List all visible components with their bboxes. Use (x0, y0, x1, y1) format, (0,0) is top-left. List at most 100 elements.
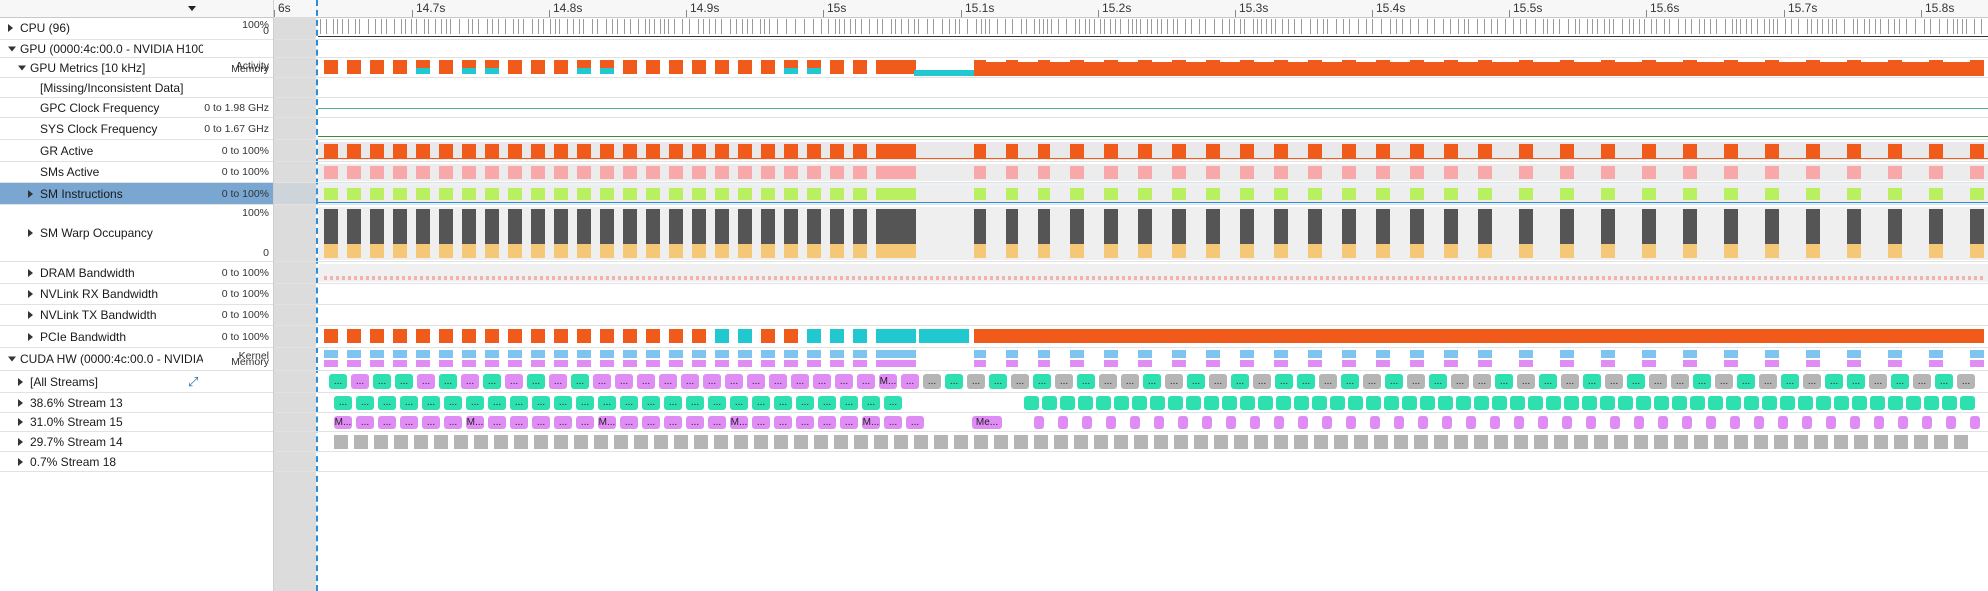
row-label-stream-15: 31.0% Stream 15 (30, 415, 123, 429)
scale-sm-warp: 100% 0 (203, 205, 273, 262)
row-label-dram: DRAM Bandwidth (40, 265, 135, 280)
scale-dram: 0 to 100% (203, 262, 273, 284)
collapse-arrow-icon[interactable] (8, 46, 16, 51)
row-label-pcie: PCIe Bandwidth (40, 329, 127, 344)
ruler-tick (1235, 10, 1236, 17)
scale-sms-active: 0 to 100% (203, 162, 273, 183)
row-stream-18[interactable]: 0.7% Stream 18 (0, 452, 203, 472)
track-sm-warp[interactable] (274, 205, 1988, 262)
row-sys-clock[interactable]: SYS Clock Frequency (0, 118, 203, 140)
track-nvlink-rx[interactable] (274, 284, 1988, 305)
scale-all-streams (203, 371, 273, 393)
dropdown-arrow-icon[interactable] (188, 6, 196, 11)
row-label-sm-instr: SM Instructions (40, 186, 123, 201)
ruler-tick (1372, 10, 1373, 17)
scale-gr-active: 0 to 100% (203, 140, 273, 162)
ruler-tick (412, 10, 413, 17)
row-gpu[interactable]: GPU (0000:4c:00.0 - NVIDIA H100 (0, 40, 203, 58)
row-stream-13[interactable]: 38.6% Stream 13 (0, 393, 203, 413)
scale-center-label: 0 to 100% (221, 330, 269, 343)
row-all-streams[interactable]: [All Streams] ⤢ (0, 371, 203, 393)
track-nvlink-tx[interactable] (274, 305, 1988, 326)
scale-pcie: 0 to 100% (203, 326, 273, 348)
row-label-nvlink-rx: NVLink RX Bandwidth (40, 287, 159, 301)
track-dram[interactable] (274, 262, 1988, 284)
track-stream-14[interactable] (274, 432, 1988, 452)
ruler-tick-label: 15.3s (1239, 1, 1269, 15)
expand-arrow-icon[interactable] (28, 229, 33, 237)
track-sys-clock[interactable] (274, 118, 1988, 140)
expand-arrow-icon[interactable] (28, 290, 33, 298)
scale-bottom-label: Memory (231, 63, 269, 75)
track-stream-15[interactable] (274, 413, 1988, 432)
row-label-stream-18: 0.7% Stream 18 (30, 454, 117, 469)
timeline-view: CPU (96) GPU (0000:4c:00.0 - NVIDIA H100 G… (0, 0, 1988, 591)
scale-cuda-hw: Kernel Memory (203, 348, 273, 371)
row-label-gpc-clock: GPC Clock Frequency (40, 100, 160, 115)
row-nvlink-tx[interactable]: NVLink TX Bandwidth (0, 305, 203, 326)
scale-missing (203, 78, 273, 98)
expand-arrow-icon[interactable] (28, 311, 33, 319)
row-label-gpu: GPU (0000:4c:00.0 - NVIDIA H100 (20, 41, 203, 56)
track-sms-active[interactable] (274, 162, 1988, 183)
scale-sys-clock: 0 to 1.67 GHz (203, 118, 273, 140)
row-dram[interactable]: DRAM Bandwidth (0, 262, 203, 284)
track-cuda-hw[interactable] (274, 348, 1988, 371)
track-cpu[interactable] (274, 17, 1988, 40)
expand-arrow-icon[interactable] (18, 398, 23, 407)
track-pcie[interactable] (274, 326, 1988, 348)
expand-arrow-icon[interactable] (28, 332, 33, 341)
expand-arrow-icon[interactable] (28, 268, 33, 277)
row-pcie[interactable]: PCIe Bandwidth (0, 326, 203, 348)
track-missing[interactable] (274, 78, 1988, 98)
ruler-tick-label: 15.1s (965, 1, 995, 15)
row-label-sms-active: SMs Active (40, 165, 100, 179)
track-gr-active[interactable] (274, 140, 1988, 162)
scale-gpc-clock: 0 to 1.98 GHz (203, 98, 273, 118)
track-all-streams[interactable] (274, 371, 1988, 393)
row-cuda-hw[interactable]: CUDA HW (0000:4c:00.0 - NVIDIA I (0, 348, 203, 371)
scale-panel: 100% 0 Activity Memory 0 to 1.98 GHz 0 to 1.6… (203, 0, 274, 591)
expand-arrow-icon[interactable] (28, 189, 33, 198)
scale-cpu: 100% 0 (203, 17, 273, 40)
track-gpc-clock[interactable] (274, 98, 1988, 118)
ruler-tick (823, 10, 824, 17)
row-gr-active[interactable]: GR Active (0, 140, 203, 162)
collapse-arrow-icon[interactable] (18, 65, 26, 70)
row-nvlink-rx[interactable]: NVLink RX Bandwidth (0, 284, 203, 305)
expand-arrow-icon[interactable] (18, 437, 23, 446)
collapse-arrow-icon[interactable] (8, 356, 16, 362)
row-label-missing: [Missing/Inconsistent Data] (40, 80, 184, 95)
row-gpu-metrics[interactable]: GPU Metrics [10 kHz] (0, 58, 203, 78)
ruler-tick-label: 14.7s (416, 1, 446, 15)
row-sm-instr[interactable]: SM Instructions (0, 183, 203, 205)
row-sms-active[interactable]: SMs Active (0, 162, 203, 183)
ruler-tick (1646, 10, 1647, 17)
row-stream-14[interactable]: 29.7% Stream 14 (0, 432, 203, 452)
scale-center-label: 0 to 100% (221, 166, 269, 178)
ruler-tick-label: 14.8s (553, 1, 583, 15)
expand-arrow-icon[interactable] (18, 377, 23, 386)
row-label-sm-warp: SM Warp Occupancy (40, 226, 153, 240)
expand-diagonal-icon[interactable]: ⤢ (188, 375, 200, 388)
track-sm-instr[interactable] (274, 183, 1988, 205)
row-missing[interactable]: [Missing/Inconsistent Data] (0, 78, 203, 98)
ruler-tick-label: 15.8s (1925, 1, 1955, 15)
time-ruler[interactable]: 6s 14.7s 14.8s 14.9s 15s 15.1s 15.2s 15.3s 15.4s… (274, 0, 1988, 18)
expand-arrow-icon[interactable] (18, 418, 23, 426)
track-gpu-metrics[interactable] (274, 58, 1988, 78)
row-stream-15[interactable]: 31.0% Stream 15 (0, 413, 203, 432)
row-gpc-clock[interactable]: GPC Clock Frequency (0, 98, 203, 118)
ruler-tick (274, 10, 275, 17)
scale-nvlink-tx: 0 to 100% (203, 305, 273, 326)
timeline-area[interactable]: 6s 14.7s 14.8s 14.9s 15s 15.1s 15.2s 15.3s 15.4s… (274, 0, 1988, 591)
track-stream-13[interactable] (274, 393, 1988, 413)
expand-arrow-icon[interactable] (8, 24, 13, 32)
row-cpu[interactable]: CPU (96) (0, 17, 203, 40)
expand-arrow-icon[interactable] (18, 457, 23, 466)
row-sm-warp[interactable]: SM Warp Occupancy (0, 205, 203, 262)
track-gpu[interactable] (274, 40, 1988, 58)
track-stream-18[interactable] (274, 452, 1988, 472)
row-label-gr-active: GR Active (40, 143, 94, 158)
scale-stream-18 (203, 452, 273, 472)
